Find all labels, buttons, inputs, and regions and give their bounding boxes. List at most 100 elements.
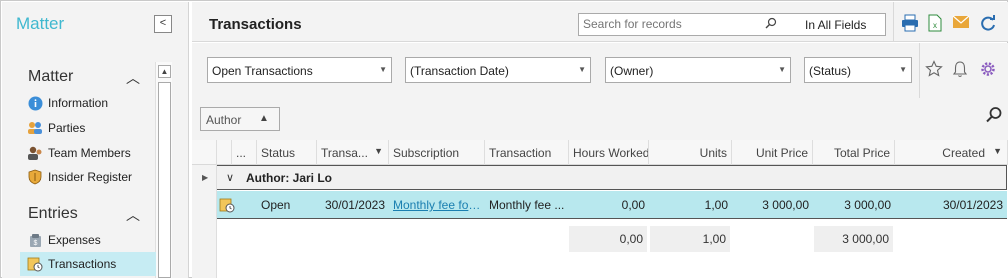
search-box[interactable]: In All Fields: [578, 13, 886, 36]
row-indicator-arrow-icon: ▶: [202, 173, 209, 182]
table-row[interactable]: Open 30/01/2023 Monthly fee for ... Mont…: [217, 191, 1007, 219]
view-filter-dropdown[interactable]: Open Transactions ▼: [207, 57, 392, 83]
sidebar-item-transactions[interactable]: Transactions: [20, 252, 156, 276]
app-title: Matter: [16, 14, 65, 33]
chevron-down-icon[interactable]: ∨: [226, 171, 234, 184]
group-row-author[interactable]: ∨ Author: Jari Lo: [217, 165, 1007, 190]
dropdown-arrow-icon: ▼: [778, 65, 786, 74]
sidebar-item-label: Team Members: [48, 146, 131, 160]
sidebar-item-label: Information: [48, 96, 109, 110]
star-icon[interactable]: [925, 60, 945, 80]
total-price-sum: 3 000,00: [814, 226, 893, 252]
group-chip-label: Author: [206, 113, 242, 127]
toolbar-divider: [893, 2, 894, 42]
search-scope-selector[interactable]: In All Fields: [805, 18, 866, 32]
dropdown-arrow-icon: ▼: [578, 65, 586, 74]
transactions-grid: ... Status Transa... ▼ Subscription Tran…: [192, 140, 1008, 278]
column-header-unit-price[interactable]: Unit Price: [732, 140, 813, 165]
chevron-up-icon[interactable]: ︿: [126, 205, 140, 225]
sidebar-item-parties[interactable]: Parties: [27, 116, 156, 140]
sidebar-item-team-members[interactable]: Team Members: [27, 141, 156, 165]
cell-status: Open: [261, 198, 291, 212]
settings-gear-icon[interactable]: [979, 60, 999, 80]
column-header-transaction-date[interactable]: Transa... ▼: [317, 140, 389, 165]
scrollbar-thumb[interactable]: [158, 82, 171, 278]
column-header-dots[interactable]: ...: [232, 140, 257, 165]
main-header: Transactions In All Fields x: [192, 2, 1008, 42]
chevron-up-icon[interactable]: ︿: [126, 68, 140, 88]
column-header-transaction[interactable]: Transaction: [485, 140, 569, 165]
dropdown-value: (Owner): [610, 64, 654, 78]
page-title: Transactions: [209, 16, 302, 33]
date-filter-dropdown[interactable]: (Transaction Date) ▼: [405, 57, 591, 83]
svg-text:x: x: [933, 21, 937, 30]
transaction-row-icon: [217, 191, 237, 219]
sidebar-item-expenses[interactable]: $ Expenses: [27, 228, 156, 252]
cell-transaction: Monthly fee ...: [489, 198, 565, 212]
dropdown-value: Open Transactions: [212, 64, 313, 78]
column-header-icon[interactable]: [217, 140, 232, 165]
grid-search-icon[interactable]: [985, 106, 1003, 124]
filter-bar: Open Transactions ▼ (Transaction Date) ▼…: [192, 43, 1008, 98]
sort-descending-icon: ▼: [374, 146, 383, 156]
expenses-icon: $: [27, 232, 43, 248]
column-header-label: Created: [942, 146, 985, 160]
search-input[interactable]: [583, 17, 753, 31]
sidebar-item-label: Expenses: [48, 233, 101, 247]
print-icon[interactable]: [901, 14, 921, 34]
column-header-created[interactable]: Created ▼: [895, 140, 1008, 165]
cell-transaction-date: 30/01/2023: [324, 198, 385, 212]
team-members-icon: [27, 145, 43, 161]
app-window: Matter < ▲ Matter ︿ Information Parties …: [0, 0, 1008, 278]
group-by-author-chip[interactable]: Author ▲: [200, 107, 280, 131]
totals-row: 0,00 1,00 3 000,00: [217, 226, 1007, 252]
total-units: 1,00: [650, 226, 730, 252]
refresh-icon[interactable]: [979, 14, 999, 34]
column-header-status[interactable]: Status: [257, 140, 317, 165]
cell-unit-price: 3 000,00: [762, 198, 809, 212]
sidebar-scrollbar[interactable]: ▲: [155, 62, 172, 278]
dropdown-value: (Status): [809, 64, 852, 78]
column-header-label: Transa...: [321, 146, 368, 160]
section-title-matter[interactable]: Matter: [28, 68, 73, 86]
sidebar: Matter < ▲ Matter ︿ Information Parties …: [2, 2, 189, 278]
email-icon[interactable]: [952, 14, 972, 34]
dropdown-arrow-icon: ▼: [899, 65, 907, 74]
column-header-hours-worked[interactable]: Hours Worked: [569, 140, 649, 165]
cell-created: 30/01/2023: [942, 198, 1003, 212]
row-indicator-column: ▶: [192, 165, 217, 278]
status-filter-dropdown[interactable]: (Status) ▼: [804, 57, 912, 83]
sort-ascending-icon: ▲: [259, 113, 269, 124]
sort-descending-icon: ▼: [993, 146, 1002, 156]
cell-hours-worked: 0,00: [621, 198, 645, 212]
dropdown-value: (Transaction Date): [410, 64, 509, 78]
parties-icon: [27, 120, 43, 136]
dropdown-arrow-icon: ▼: [379, 65, 387, 74]
column-header-units[interactable]: Units: [649, 140, 732, 165]
toolbar-divider: [919, 43, 920, 98]
owner-filter-dropdown[interactable]: (Owner) ▼: [605, 57, 791, 83]
grid-header-row: ... Status Transa... ▼ Subscription Tran…: [192, 140, 1008, 165]
info-icon: [27, 95, 43, 111]
transactions-icon: [27, 256, 43, 272]
cell-total-price: 3 000,00: [844, 198, 891, 212]
collapse-sidebar-button[interactable]: <: [154, 15, 172, 33]
sidebar-item-insider-register[interactable]: Insider Register: [27, 165, 156, 189]
sidebar-item-label: Transactions: [48, 257, 117, 271]
bell-icon[interactable]: [952, 60, 972, 80]
scroll-up-arrow-icon[interactable]: ▲: [158, 65, 171, 78]
column-header-total-price[interactable]: Total Price: [813, 140, 895, 165]
cell-units: 1,00: [704, 198, 728, 212]
sidebar-item-label: Insider Register: [48, 170, 133, 184]
group-row-label: Author: Jari Lo: [246, 171, 332, 185]
sidebar-item-information[interactable]: Information: [27, 91, 156, 115]
grouping-panel: Author ▲: [192, 98, 1008, 140]
total-hours-worked: 0,00: [569, 226, 647, 252]
section-title-entries[interactable]: Entries: [28, 205, 78, 223]
sidebar-item-label: Parties: [48, 121, 86, 135]
cell-subscription-link[interactable]: Monthly fee for ...: [389, 191, 485, 219]
row-indicator-header: [192, 140, 217, 165]
search-icon[interactable]: [765, 17, 777, 32]
excel-export-icon[interactable]: x: [927, 14, 947, 34]
column-header-subscription[interactable]: Subscription: [389, 140, 485, 165]
